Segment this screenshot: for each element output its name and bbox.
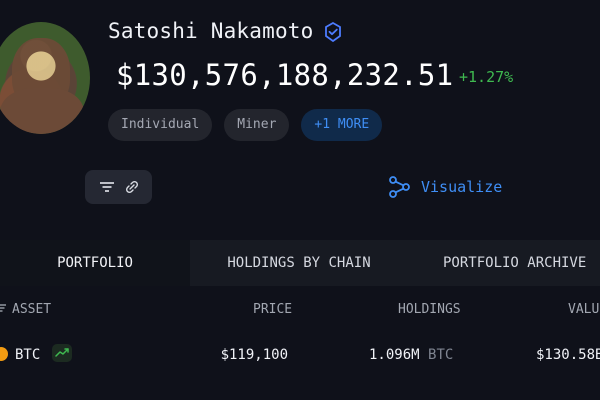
trend-line-icon <box>55 348 69 357</box>
table-row[interactable]: BTC $119,100 1.096M BTC $130.58B <box>0 332 600 378</box>
bitcoin-icon <box>0 347 8 361</box>
filter-icon[interactable] <box>99 181 115 193</box>
avatar <box>0 22 90 134</box>
avatar-chest <box>0 88 84 134</box>
holdings-unit: BTC <box>428 347 454 363</box>
holdings-amount: 1.096M <box>369 347 420 363</box>
column-value[interactable]: VALUE <box>568 302 600 317</box>
column-price[interactable]: PRICE <box>253 302 292 317</box>
profile-header: Satoshi Nakamoto $130,576,188,232.51 +1.… <box>0 0 600 240</box>
asset-value: $130.58B <box>536 347 600 363</box>
tab-portfolio-archive[interactable]: PORTFOLIO ARCHIVE <box>408 240 600 286</box>
asset-symbol: BTC <box>15 347 41 363</box>
trend-chart-icon[interactable] <box>52 344 72 362</box>
portfolio-value: $130,576,188,232.51 <box>116 58 454 92</box>
link-icon[interactable] <box>125 180 139 194</box>
portfolio-tabs: PORTFOLIO HOLDINGS BY CHAIN PORTFOLIO AR… <box>0 240 600 286</box>
visualize-button[interactable]: Visualize <box>387 174 502 200</box>
column-asset[interactable]: ASSET <box>12 302 51 317</box>
graph-network-icon <box>389 176 410 198</box>
column-holdings[interactable]: HOLDINGS <box>398 302 461 317</box>
tab-portfolio[interactable]: PORTFOLIO <box>0 240 190 286</box>
more-tags-button[interactable]: +1 MORE <box>301 109 383 141</box>
value-change: +1.27% <box>459 68 514 86</box>
asset-holdings: 1.096M BTC <box>369 347 453 363</box>
holdings-table-header: ASSET PRICE HOLDINGS VALUE <box>0 286 600 332</box>
sort-filter-icon[interactable] <box>0 303 6 313</box>
verified-badge-icon <box>325 22 341 42</box>
filter-link-toolbar <box>85 170 152 204</box>
asset-price: $119,100 <box>220 347 288 363</box>
entity-tags: Individual Miner +1 MORE <box>108 109 383 141</box>
tab-holdings-by-chain[interactable]: HOLDINGS BY CHAIN <box>190 240 408 286</box>
entity-name: Satoshi Nakamoto <box>108 19 314 43</box>
visualize-label: Visualize <box>421 178 503 196</box>
tag-miner[interactable]: Miner <box>224 109 290 141</box>
tag-individual[interactable]: Individual <box>108 109 213 141</box>
